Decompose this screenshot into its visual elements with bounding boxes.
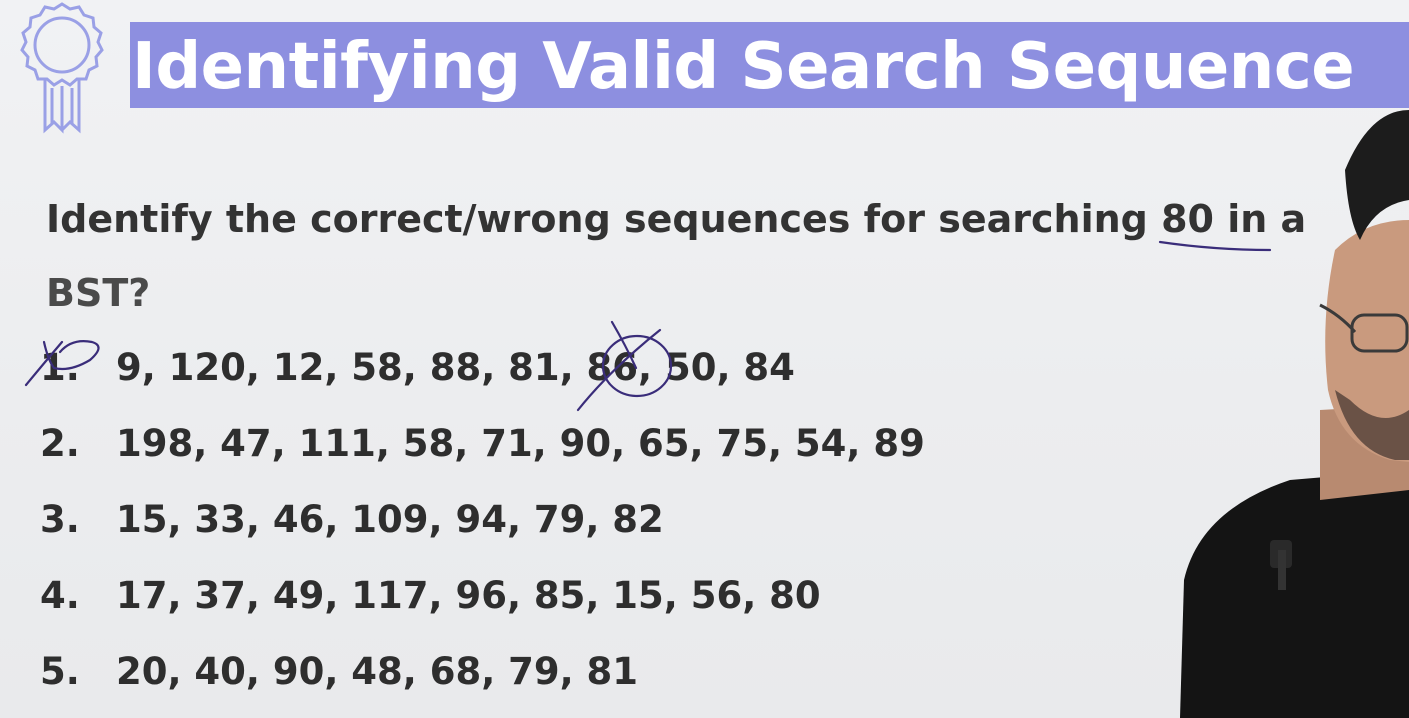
list-item-values: 15, 33, 46, 109, 94, 79, 82 (116, 498, 664, 541)
list-item-number: 5. (40, 650, 80, 693)
list-item: 4. 17, 37, 49, 117, 96, 85, 15, 56, 80 (40, 558, 925, 634)
sequence-list: 1. 9, 120, 12, 58, 88, 81, 86, 50, 84 2. 1… (40, 330, 925, 710)
list-item-number: 3. (40, 498, 80, 541)
list-item: 1. 9, 120, 12, 58, 88, 81, 86, 50, 84 (40, 330, 925, 406)
question-line-2: BST? (46, 271, 151, 315)
question-line-1: Identify the correct/wrong sequences for… (46, 197, 1307, 241)
presenter-image (1180, 110, 1409, 718)
list-item: 3. 15, 33, 46, 109, 94, 79, 82 (40, 482, 925, 558)
award-ribbon-icon (20, 2, 104, 134)
list-item: 2. 198, 47, 111, 58, 71, 90, 65, 75, 54, … (40, 406, 925, 482)
list-item: 5. 20, 40, 90, 48, 68, 79, 81 (40, 634, 925, 710)
list-item-values: 198, 47, 111, 58, 71, 90, 65, 75, 54, 89 (116, 422, 925, 465)
list-item-number: 1. (40, 346, 80, 389)
list-item-values: 20, 40, 90, 48, 68, 79, 81 (116, 650, 639, 693)
list-item-values: 17, 37, 49, 117, 96, 85, 15, 56, 80 (116, 574, 821, 617)
list-item-values: 9, 120, 12, 58, 88, 81, 86, 50, 84 (116, 346, 795, 389)
list-item-number: 2. (40, 422, 80, 465)
page-title: Identifying Valid Search Sequence (132, 30, 1355, 104)
question-text: Identify the correct/wrong sequences for… (46, 182, 1346, 330)
list-item-number: 4. (40, 574, 80, 617)
